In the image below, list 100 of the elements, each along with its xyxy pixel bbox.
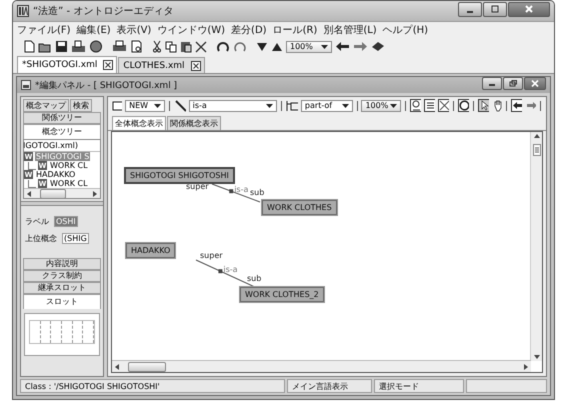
horizontal-scrollbar[interactable] [112,360,531,372]
scroll-thumb[interactable] [40,189,66,198]
cut-icon[interactable] [152,40,162,53]
print-preview-icon[interactable] [130,40,143,53]
field-label: ラベル [25,216,49,227]
window-title: “法造” - オントロジーエディタ [33,4,174,18]
search-icon[interactable] [410,99,422,112]
maximize-button[interactable] [483,2,507,16]
paste-icon[interactable] [180,40,192,53]
panel-tab[interactable]: 検索 [70,99,92,112]
close-icon[interactable] [190,60,201,70]
close-button[interactable] [508,2,550,16]
scroll-up-icon[interactable] [532,132,540,140]
scroll-left-icon[interactable] [25,190,33,198]
panel-tab[interactable]: スロット [23,294,101,309]
link-label: sub [247,274,262,283]
concept-node[interactable]: WORK CLOTHES [262,200,337,215]
arrow-left-icon[interactable] [511,99,522,112]
close-icon[interactable] [103,60,114,70]
vertical-scrollbar[interactable] [530,132,542,361]
scroll-right-icon[interactable] [91,190,99,198]
menu-item[interactable]: ウインドウ(W) [157,23,226,37]
print-icon[interactable] [112,40,127,53]
scroll-thumb[interactable] [128,362,166,372]
redo-icon[interactable] [233,40,247,53]
panel-tab[interactable]: 継承スロット [23,282,101,294]
menu-item[interactable]: 別名管理(L) [323,23,377,37]
tree-item[interactable]: WORK CL [49,161,89,170]
document-icon[interactable] [424,99,436,112]
status-text: Class : '/SHIGOTOGI SHIGOTOSHI' [20,379,285,393]
panel-tab[interactable]: 概念ツリー [23,124,101,139]
horizontal-scrollbar[interactable] [24,188,100,198]
menu-item[interactable]: 差分(D) [231,23,267,37]
delete-icon[interactable] [438,99,450,112]
minimize-button[interactable] [458,2,482,16]
close-icon [531,80,539,86]
scroll-right-icon[interactable] [522,362,530,370]
field-label: 上位概念 [25,232,57,244]
panel-tab[interactable]: クラス制約 [23,270,101,282]
input-field[interactable]: OSHI [54,216,78,227]
menu-item[interactable]: ヘルプ(H) [382,23,428,37]
tree-connector-icon [28,180,36,188]
menu-item[interactable]: 編集(E) [76,23,111,37]
menu-item[interactable]: ロール(R) [272,23,318,37]
view-tab[interactable]: 全体概念表示 [112,116,166,130]
concept-node[interactable]: HADAKKO [126,243,176,258]
maximize-icon [491,5,499,13]
link-label: super [200,251,223,260]
concept-node[interactable]: SHIGOTOGI SHIGOTOSHI [124,167,235,184]
input-field[interactable]: (SHIG [62,232,89,244]
status-text: 選択モード [374,379,464,393]
restore-button[interactable] [503,76,523,90]
link-icon[interactable] [174,100,186,112]
caret-icon [266,104,274,108]
save-icon[interactable] [55,40,68,53]
panel-tab[interactable]: 関係ツリー [23,112,101,124]
export-icon[interactable] [71,40,86,53]
view-tab[interactable]: 関係概念表示 [167,116,221,130]
close-button[interactable] [524,76,546,90]
tree-item[interactable]: SHIGOTOGI S [35,152,90,161]
file-tab[interactable]: *SHIGOTOGI.xml [17,56,118,73]
menu-item[interactable]: ファイル(F) [17,23,71,37]
arrow-left-icon[interactable] [335,40,350,53]
panel-tab[interactable]: 内容説明 [23,258,101,270]
status-text: メイン言語表示 [287,379,372,393]
arrow-right-icon[interactable] [353,40,368,53]
new-file-icon[interactable] [23,40,35,53]
scroll-left-icon[interactable] [113,362,121,370]
link-dropdown[interactable]: is-a [188,100,278,112]
link-label: super [186,182,209,191]
splitter-handle[interactable] [21,201,103,206]
hand-icon[interactable] [492,99,502,112]
panel-tab[interactable]: 概念マップ [23,99,69,112]
close-icon [525,5,533,13]
menu-item[interactable]: 表示(V) [116,23,152,37]
scroll-down-icon[interactable] [532,353,540,361]
down-triangle-icon[interactable] [256,40,268,53]
node-icon[interactable] [112,100,122,112]
tree-connector-icon [28,162,36,170]
zoom-dropdown[interactable]: 100% [286,40,332,52]
concept-node[interactable]: WORK CLOTHES_2 [240,287,324,302]
file-tab[interactable]: CLOTHES.xml [118,57,205,73]
part-dropdown[interactable]: part-of [300,100,353,112]
part-link-icon[interactable] [286,100,298,112]
scroll-thumb[interactable] [532,144,540,156]
tree-item[interactable]: HADAKKO [35,170,76,179]
copy-icon[interactable] [165,40,177,53]
undo-icon[interactable] [216,40,230,53]
pointer-icon[interactable] [478,99,489,112]
tree-item[interactable]: WORK CL [49,179,89,188]
app-icon [17,5,29,17]
delete-icon[interactable] [195,40,207,53]
arrow-right-icon[interactable] [525,99,536,112]
node-dropdown[interactable]: NEW [125,100,166,112]
zoom-dropdown[interactable]: 100% [361,100,402,112]
caret-icon [390,104,398,108]
link-label: is-a [223,265,238,274]
link-label: is-a [234,185,248,194]
inner-window-title: *編集パネル - [ SHIGOTOGI.xml ] [35,80,178,92]
minimize-button[interactable] [482,76,502,90]
